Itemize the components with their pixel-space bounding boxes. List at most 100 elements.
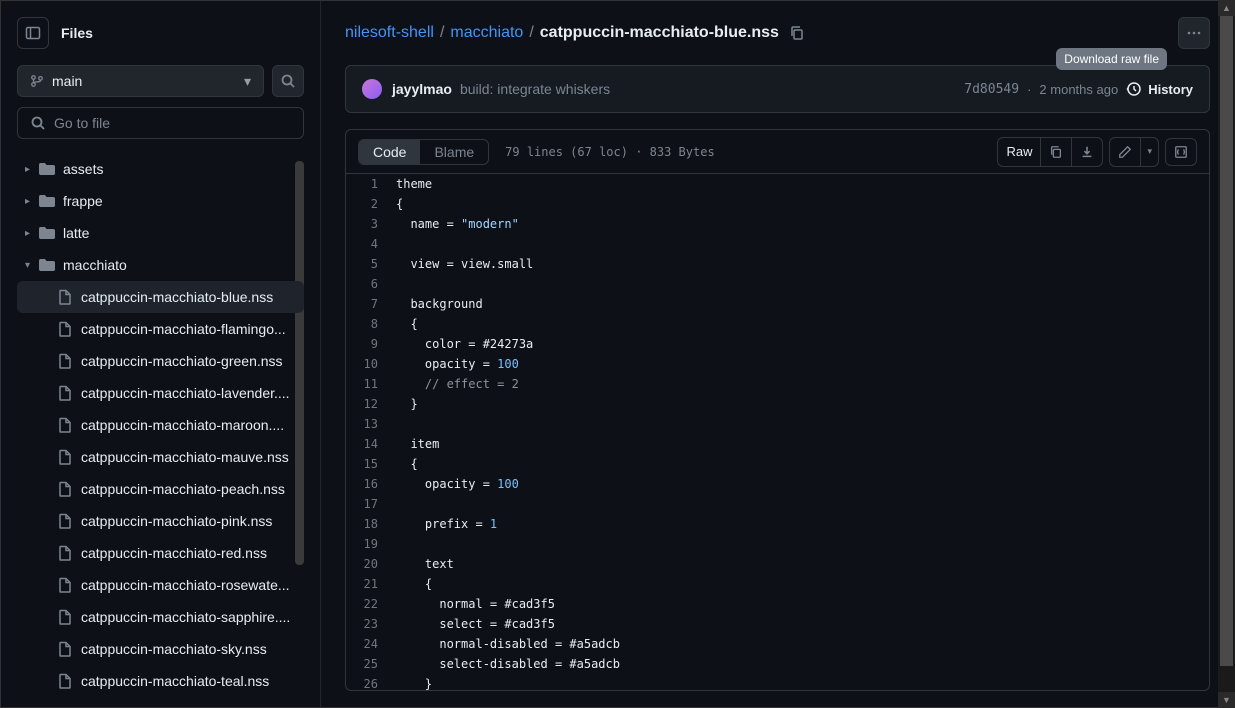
download-button[interactable] — [1072, 138, 1102, 166]
page-scrollbar[interactable]: ▲ ▼ — [1218, 0, 1235, 708]
code-line[interactable]: 8 { — [346, 314, 1209, 334]
collapse-sidebar-button[interactable] — [17, 17, 49, 49]
breadcrumb-repo[interactable]: nilesoft-shell — [345, 24, 434, 42]
kebab-icon — [1186, 25, 1202, 41]
commit-author[interactable]: jayylmao — [392, 81, 452, 97]
tree-folder[interactable]: ▸latte — [17, 217, 304, 249]
tree-file[interactable]: catppuccin-macchiato-rosewate... — [17, 569, 304, 601]
branch-icon — [30, 74, 44, 88]
history-button[interactable]: History — [1126, 81, 1193, 97]
code-line[interactable]: 5 view = view.small — [346, 254, 1209, 274]
branch-selector[interactable]: main ▾ — [17, 65, 264, 97]
code-line[interactable]: 26 } — [346, 674, 1209, 690]
line-content: text — [396, 554, 454, 574]
tree-file[interactable]: catppuccin-macchiato-pink.nss — [17, 505, 304, 537]
folder-icon — [39, 257, 55, 273]
commit-hash[interactable]: 7d80549 — [964, 82, 1019, 97]
line-content: { — [396, 194, 403, 214]
more-menu-button[interactable] — [1178, 17, 1210, 49]
tree-folder[interactable]: ▸assets — [17, 153, 304, 185]
code-line[interactable]: 6 — [346, 274, 1209, 294]
file-sidebar: Files main ▾ Go to file ▸assets▸frappe▸l… — [1, 1, 321, 707]
tree-file[interactable]: catppuccin-macchiato-lavender.... — [17, 377, 304, 409]
tree-folder[interactable]: ▸frappe — [17, 185, 304, 217]
tab-code[interactable]: Code — [359, 140, 420, 164]
code-line[interactable]: 12 } — [346, 394, 1209, 414]
folder-name: latte — [63, 225, 89, 241]
file-icon — [57, 481, 73, 497]
breadcrumb-dir[interactable]: macchiato — [450, 24, 523, 42]
scroll-down-button[interactable]: ▼ — [1218, 692, 1235, 708]
code-line[interactable]: 25 select-disabled = #a5adcb — [346, 654, 1209, 674]
tree-file[interactable]: catppuccin-macchiato-blue.nss — [17, 281, 304, 313]
line-number: 2 — [346, 194, 396, 214]
code-viewer: Code Blame 79 lines (67 loc) · 833 Bytes… — [345, 129, 1210, 691]
line-number: 15 — [346, 454, 396, 474]
code-line[interactable]: 16 opacity = 100 — [346, 474, 1209, 494]
file-name: catppuccin-macchiato-lavender.... — [81, 385, 290, 401]
tree-file[interactable]: catppuccin-macchiato-sky.nss — [17, 633, 304, 665]
code-line[interactable]: 10 opacity = 100 — [346, 354, 1209, 374]
edit-button[interactable] — [1110, 138, 1141, 166]
scroll-up-button[interactable]: ▲ — [1218, 0, 1235, 16]
commit-time[interactable]: 2 months ago — [1039, 82, 1118, 97]
code-line[interactable]: 15 { — [346, 454, 1209, 474]
code-body[interactable]: 1theme2{3 name = "modern"45 view = view.… — [346, 174, 1209, 690]
avatar[interactable] — [362, 79, 382, 99]
code-line[interactable]: 20 text — [346, 554, 1209, 574]
tree-file[interactable]: catppuccin-macchiato-sapphire.... — [17, 601, 304, 633]
copy-path-button[interactable] — [789, 25, 805, 41]
code-line[interactable]: 21 { — [346, 574, 1209, 594]
tab-blame[interactable]: Blame — [420, 140, 488, 164]
copy-icon — [1049, 145, 1063, 159]
commit-message[interactable]: build: integrate whiskers — [460, 81, 610, 97]
line-content: view = view.small — [396, 254, 533, 274]
line-number: 24 — [346, 634, 396, 654]
tree-folder[interactable]: ▾macchiato — [17, 249, 304, 281]
symbols-button[interactable] — [1165, 138, 1197, 166]
code-line[interactable]: 24 normal-disabled = #a5adcb — [346, 634, 1209, 654]
go-to-file-input[interactable]: Go to file — [17, 107, 304, 139]
tree-file[interactable]: catppuccin-macchiato-flamingo... — [17, 313, 304, 345]
chevron-down-icon: ▾ — [1147, 146, 1152, 157]
code-line[interactable]: 4 — [346, 234, 1209, 254]
file-name: catppuccin-macchiato-green.nss — [81, 353, 283, 369]
copy-raw-button[interactable] — [1041, 138, 1072, 166]
code-line[interactable]: 7 background — [346, 294, 1209, 314]
code-line[interactable]: 3 name = "modern" — [346, 214, 1209, 234]
page-scrollbar-thumb[interactable] — [1220, 16, 1233, 666]
file-name: catppuccin-macchiato-peach.nss — [81, 481, 285, 497]
line-number: 16 — [346, 474, 396, 494]
tree-file[interactable]: catppuccin-macchiato-peach.nss — [17, 473, 304, 505]
tree-file[interactable]: catppuccin-macchiato-green.nss — [17, 345, 304, 377]
line-content: item — [396, 434, 439, 454]
sidebar-scrollbar-thumb[interactable] — [295, 161, 304, 565]
line-number: 13 — [346, 414, 396, 434]
tree-file[interactable]: catppuccin-macchiato-mauve.nss — [17, 441, 304, 473]
code-line[interactable]: 2{ — [346, 194, 1209, 214]
main-content: nilesoft-shell / macchiato / catppuccin-… — [321, 1, 1234, 707]
code-line[interactable]: 1theme — [346, 174, 1209, 194]
tree-file[interactable]: catppuccin-macchiato-maroon.... — [17, 409, 304, 441]
code-line[interactable]: 23 select = #cad3f5 — [346, 614, 1209, 634]
code-line[interactable]: 14 item — [346, 434, 1209, 454]
raw-button[interactable]: Raw — [998, 138, 1041, 166]
tree-file[interactable]: catppuccin-macchiato-red.nss — [17, 537, 304, 569]
code-line[interactable]: 13 — [346, 414, 1209, 434]
line-number: 6 — [346, 274, 396, 294]
code-line[interactable]: 19 — [346, 534, 1209, 554]
code-line[interactable]: 11 // effect = 2 — [346, 374, 1209, 394]
file-name: catppuccin-macchiato-maroon.... — [81, 417, 284, 433]
folder-name: frappe — [63, 193, 103, 209]
search-button[interactable] — [272, 65, 304, 97]
code-line[interactable]: 17 — [346, 494, 1209, 514]
code-line[interactable]: 18 prefix = 1 — [346, 514, 1209, 534]
tree-file[interactable]: catppuccin-macchiato-teal.nss — [17, 665, 304, 691]
edit-dropdown[interactable]: ▾ — [1141, 138, 1158, 166]
code-line[interactable]: 9 color = #24273a — [346, 334, 1209, 354]
line-content: opacity = 100 — [396, 474, 519, 494]
line-content: select-disabled = #a5adcb — [396, 654, 620, 674]
line-content: // effect = 2 — [396, 374, 519, 394]
line-number: 22 — [346, 594, 396, 614]
code-line[interactable]: 22 normal = #cad3f5 — [346, 594, 1209, 614]
